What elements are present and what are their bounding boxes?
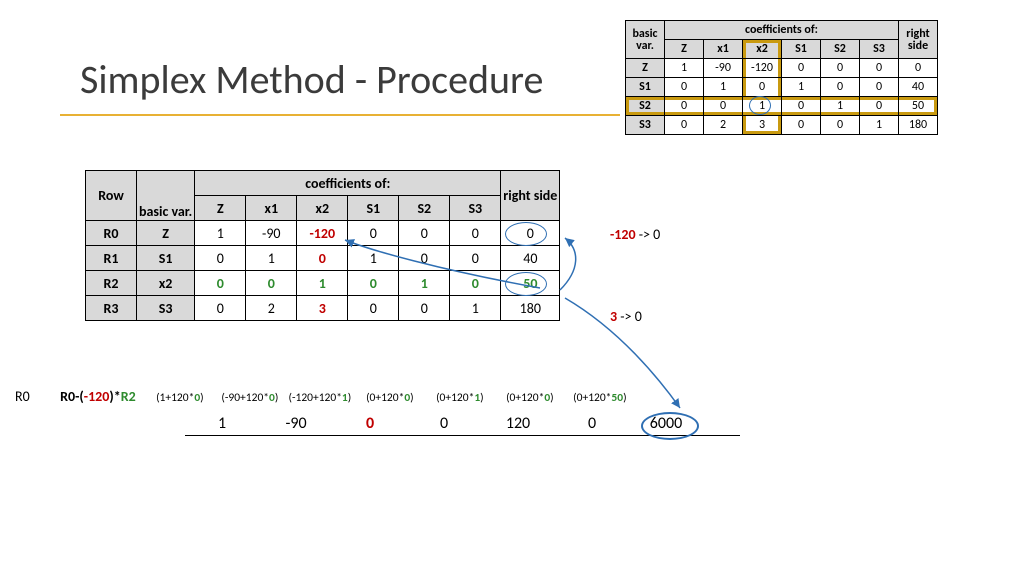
row-operation: R0 R0-(-120)*R2 (1+120*0)(-90+120*0)(-12…: [15, 388, 755, 405]
page-title: Simplex Method - Procedure: [80, 55, 543, 104]
rowop-target: R0: [15, 388, 55, 405]
annotation-r3: 3 -> 0: [610, 308, 642, 325]
annotation-r0: -120 -> 0: [610, 226, 660, 243]
rowop-result: 1-900012006000: [185, 414, 740, 436]
rowop-formula: R0-(-120)*R2: [60, 388, 136, 405]
initial-tableau: basicvar.coefficients of:rightsideZx1x2S…: [625, 20, 938, 135]
rowop-terms: (1+120*0)(-90+120*0)(-120+120*1)(0+120*0…: [145, 391, 635, 405]
title-underline: [60, 114, 620, 116]
working-tableau: Rowbasic var.coefficients of:right sideZ…: [85, 170, 560, 321]
